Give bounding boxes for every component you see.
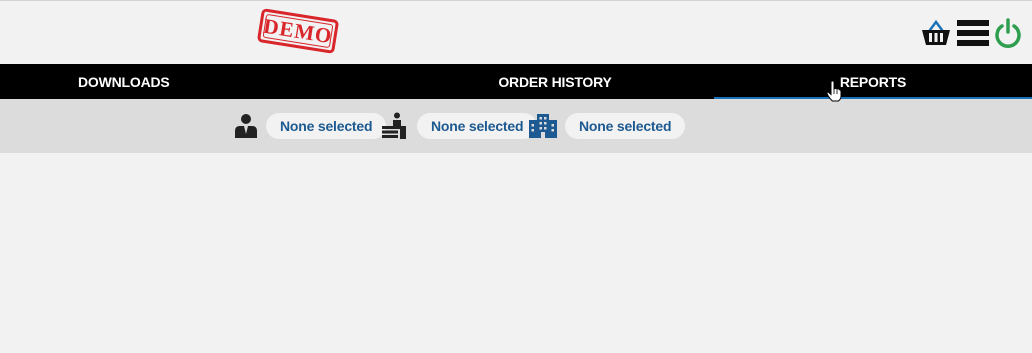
filter-user: None selected <box>234 99 387 153</box>
user-select-value: None selected <box>280 118 373 134</box>
building-select-value: None selected <box>579 118 672 134</box>
basket-icon[interactable] <box>920 19 952 47</box>
building-icon <box>529 114 557 138</box>
power-icon[interactable] <box>994 18 1022 48</box>
top-bar: DEMO <box>0 1 1032 63</box>
tab-downloads-label: DOWNLOADS <box>78 73 170 90</box>
user-icon <box>234 113 258 139</box>
tab-reports[interactable]: REPORTS <box>714 64 1032 99</box>
building-select[interactable]: None selected <box>565 113 686 139</box>
filter-desk: None selected <box>381 99 538 153</box>
header-actions <box>920 18 1022 48</box>
app-page: DEMO DOWNLOADS ORDER HISTORY REPORTS Non… <box>0 0 1032 353</box>
desk-select[interactable]: None selected <box>417 113 538 139</box>
tab-order-history-label: ORDER HISTORY <box>498 73 612 90</box>
demo-stamp: DEMO <box>256 8 340 54</box>
tab-order-history[interactable]: ORDER HISTORY <box>396 64 714 99</box>
desk-select-value: None selected <box>431 118 524 134</box>
demo-stamp-text: DEMO <box>261 13 335 48</box>
user-select[interactable]: None selected <box>266 113 387 139</box>
tab-reports-label: REPORTS <box>839 73 907 90</box>
menu-icon[interactable] <box>957 19 989 47</box>
desk-icon <box>381 112 409 140</box>
tab-downloads[interactable]: DOWNLOADS <box>0 64 396 99</box>
filter-building: None selected <box>529 99 686 153</box>
filter-bar: None selected None selected None selecte… <box>0 99 1032 153</box>
main-nav: DOWNLOADS ORDER HISTORY REPORTS <box>0 64 1032 99</box>
